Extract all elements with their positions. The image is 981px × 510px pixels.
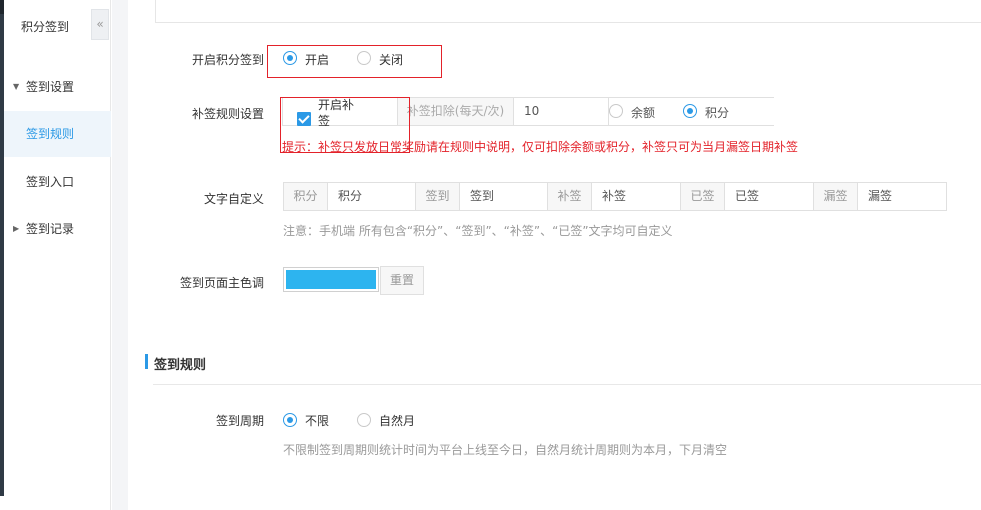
sidebar-group-sign-records[interactable]: ▶ 签到记录	[4, 209, 111, 249]
text-custom-label: 文字自定义	[203, 192, 264, 206]
makeup-deduct-addon: 补签扣除(每天/次)	[398, 98, 514, 125]
radio-period-unlimited[interactable]	[283, 413, 297, 427]
radio-enable-off-label: 关闭	[379, 53, 404, 67]
radio-enable-on-label: 开启	[305, 53, 330, 67]
addon-sign: 签到	[416, 183, 460, 210]
reset-color-button[interactable]: 重置	[380, 266, 424, 295]
sidebar-group-label: 签到记录	[26, 222, 75, 236]
radio-period-month[interactable]	[357, 413, 371, 427]
input-makeup-text[interactable]: 补签	[592, 183, 681, 210]
input-points-text[interactable]: 积分	[328, 183, 416, 210]
radio-makeup-balance[interactable]	[609, 104, 623, 118]
radio-enable-off[interactable]	[357, 51, 371, 65]
sidebar-group-sign-settings[interactable]: ▼ 签到设置	[4, 67, 111, 107]
theme-color-picker[interactable]	[283, 267, 379, 292]
addon-makeup: 补签	[548, 183, 592, 210]
radio-period-unlimited-label: 不限	[305, 414, 330, 428]
input-sign-text[interactable]: 签到	[460, 183, 548, 210]
theme-color-label: 签到页面主色调	[179, 276, 264, 290]
caret-down-icon: ▼	[13, 82, 20, 91]
sidebar: 积分签到 « ▼ 签到设置 签到规则 签到入口 ▶ 签到记录	[4, 0, 111, 510]
radio-makeup-points-label: 积分	[705, 106, 730, 120]
makeup-hint: 提示：补签只发放日常奖励请在规则中说明，仅可扣除余额或积分，补签只可为当月漏签日…	[282, 140, 799, 154]
radio-makeup-balance-label: 余额	[631, 106, 656, 120]
addon-points: 积分	[284, 183, 328, 210]
content-gutter	[112, 0, 128, 510]
section-accent-bar	[145, 354, 148, 369]
section-divider	[153, 384, 981, 385]
enable-sign-label: 开启积分签到	[191, 53, 264, 67]
input-missed-text[interactable]: 漏签	[858, 183, 946, 210]
makeup-rules-label: 补签规则设置	[191, 107, 264, 121]
text-custom-group: 积分 积分 签到 签到 补签 补签 已签 已签 漏签 漏签	[283, 182, 947, 211]
addon-missed: 漏签	[814, 183, 858, 210]
radio-period-month-label: 自然月	[379, 414, 416, 428]
makeup-deduct-input[interactable]: 10	[514, 98, 609, 125]
sign-period-label: 签到周期	[215, 414, 264, 428]
collapse-sidebar-button[interactable]: «	[91, 9, 109, 40]
sidebar-item-sign-entry[interactable]: 签到入口	[4, 159, 111, 205]
makeup-option-cell: 余额 积分	[609, 98, 775, 125]
text-custom-note: 注意：手机端 所有包含“积分”、“签到”、“补签”、“已签”文字均可自定义	[283, 224, 673, 238]
top-panel-edge	[155, 0, 981, 23]
section-title-sign-rules: 签到规则	[154, 358, 207, 373]
input-signed-text[interactable]: 已签	[725, 183, 814, 210]
radio-makeup-points[interactable]	[683, 104, 697, 118]
sidebar-group-label: 签到设置	[26, 80, 75, 94]
radio-enable-on[interactable]	[283, 51, 297, 65]
caret-right-icon: ▶	[13, 224, 20, 233]
sidebar-title: 积分签到	[21, 20, 70, 34]
main-content: 开启积分签到 开启 关闭 补签规则设置 开启补 签 补签扣除(每天/次) 10 …	[128, 0, 981, 510]
addon-signed: 已签	[681, 183, 725, 210]
sidebar-item-sign-rules[interactable]: 签到规则	[4, 111, 111, 157]
theme-color-fill	[286, 270, 376, 289]
sign-period-note: 不限制签到周期则统计时间为平台上线至今日，自然月统计周期则为本月，下月清空	[283, 443, 728, 457]
